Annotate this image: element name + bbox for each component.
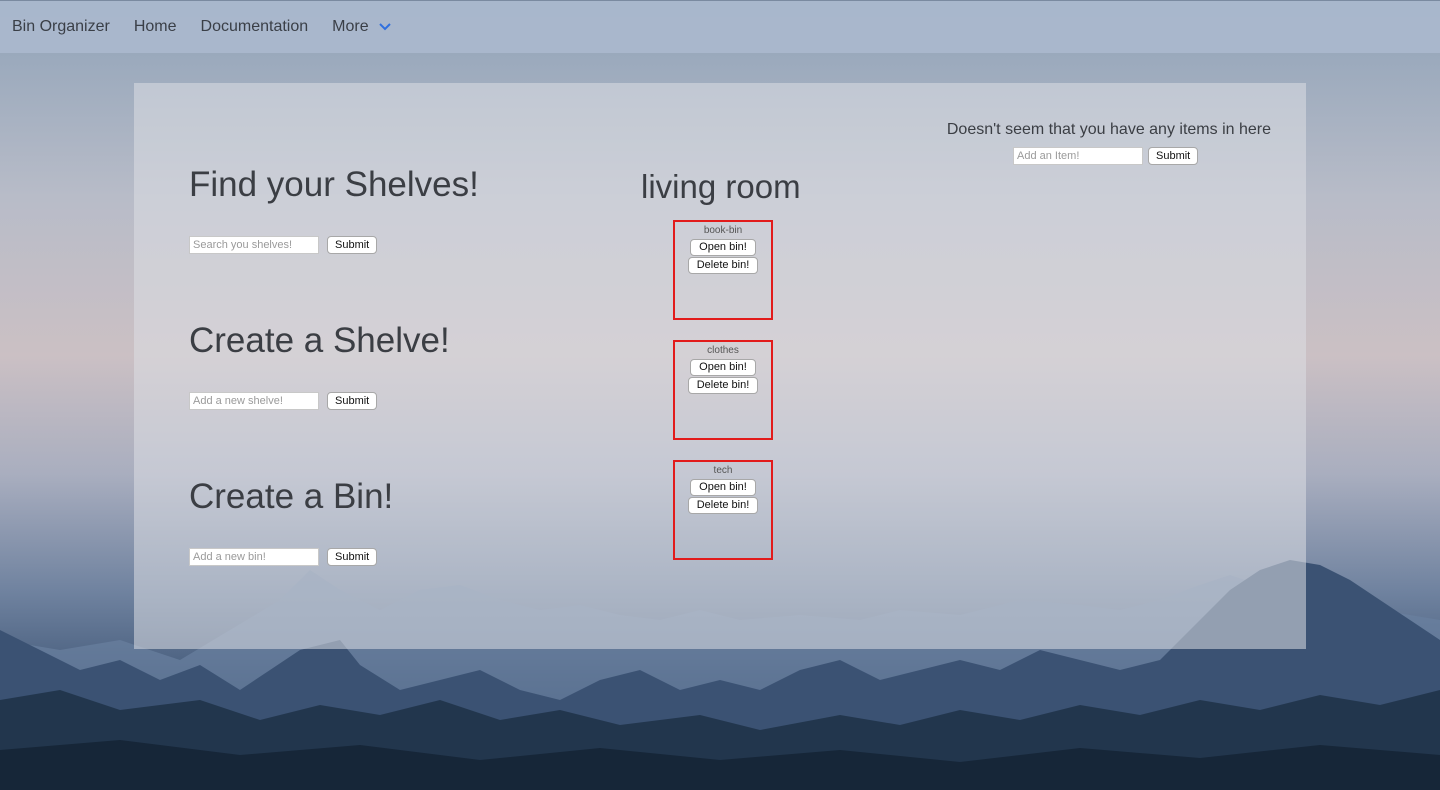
nav-more-dropdown[interactable]: More xyxy=(332,18,391,36)
create-bin-submit-button[interactable]: Submit xyxy=(327,548,378,566)
create-shelve-title: Create a Shelve! xyxy=(189,321,450,360)
create-bin-form: Submit xyxy=(189,548,378,566)
search-shelves-submit-button[interactable]: Submit xyxy=(327,236,378,254)
nav-more-label: More xyxy=(332,18,369,35)
main-panel: Find your Shelves! Submit Create a Shelv… xyxy=(134,83,1306,649)
add-item-submit-button[interactable]: Submit xyxy=(1148,147,1199,165)
chevron-down-icon xyxy=(378,18,391,36)
create-bin-title: Create a Bin! xyxy=(189,477,394,516)
delete-bin-button[interactable]: Delete bin! xyxy=(687,497,759,514)
brand-link[interactable]: Bin Organizer xyxy=(12,18,110,36)
bin-card: clothes Open bin! Delete bin! xyxy=(673,340,773,440)
bin-card: book-bin Open bin! Delete bin! xyxy=(673,220,773,320)
empty-items-message: Doesn't seem that you have any items in … xyxy=(946,121,1271,138)
create-shelve-submit-button[interactable]: Submit xyxy=(327,392,378,410)
delete-bin-button[interactable]: Delete bin! xyxy=(687,377,759,394)
add-item-form: Submit xyxy=(1013,147,1199,165)
bin-name: book-bin xyxy=(703,225,743,236)
search-shelves-input[interactable] xyxy=(189,236,319,254)
delete-bin-button[interactable]: Delete bin! xyxy=(687,257,759,274)
nav-home-link[interactable]: Home xyxy=(134,18,177,36)
open-bin-button[interactable]: Open bin! xyxy=(690,479,756,496)
top-navbar: Bin Organizer Home Documentation More xyxy=(0,0,1440,53)
create-shelve-form: Submit xyxy=(189,392,378,410)
new-shelve-input[interactable] xyxy=(189,392,319,410)
bin-name: tech xyxy=(713,465,733,476)
open-bin-button[interactable]: Open bin! xyxy=(690,239,756,256)
add-item-input[interactable] xyxy=(1013,147,1143,165)
room-title: living room xyxy=(641,168,801,205)
find-shelves-title: Find your Shelves! xyxy=(189,165,479,204)
bin-card: tech Open bin! Delete bin! xyxy=(673,460,773,560)
nav-documentation-link[interactable]: Documentation xyxy=(201,18,309,36)
bin-name: clothes xyxy=(707,345,739,356)
find-shelves-form: Submit xyxy=(189,236,378,254)
open-bin-button[interactable]: Open bin! xyxy=(690,359,756,376)
new-bin-input[interactable] xyxy=(189,548,319,566)
